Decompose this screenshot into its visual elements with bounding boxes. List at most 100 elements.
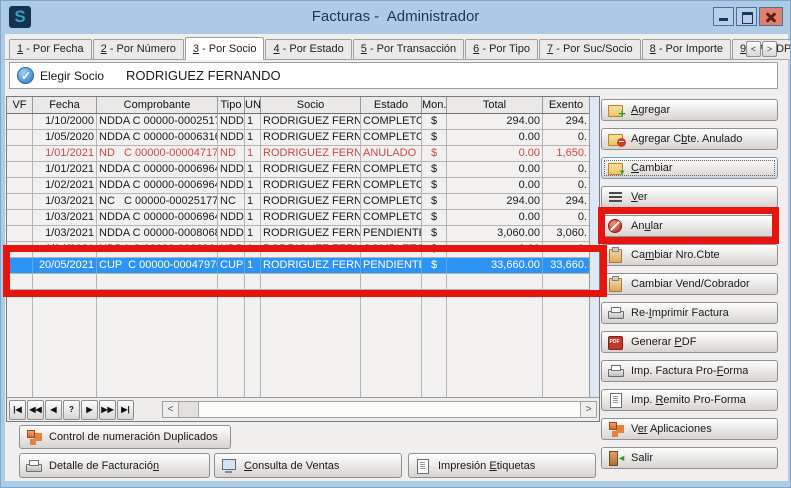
cell-vf [7,162,33,177]
cell-vf [7,146,33,161]
column-header-un[interactable]: UN [245,97,261,113]
table-row[interactable]: 1/01/2021NDDA C 00000-0006964NDD1RODRIGU… [7,162,589,178]
column-header-socio[interactable]: Socio [261,97,361,113]
cell-un: 1 [245,242,261,257]
cambiar-vend-cobrador-button[interactable]: Cambiar Vend/Cobrador [601,273,778,295]
tab-2-por-n-mero[interactable]: 2 - Por Número [93,39,184,59]
agregar-cbte-anulado-button[interactable]: Agregar Cbte. Anulado [601,128,778,150]
cell-total: 294.00 [447,194,543,209]
horizontal-scrollbar[interactable]: < > [162,401,597,418]
tab-6-por-tipo[interactable]: 6 - Por Tipo [465,39,538,59]
table-row[interactable]: 1/10/2000NDDA C 00000-0002517NDD1RODRIGU… [7,114,589,130]
button-label: Imp. Factura Pro-Forma [631,365,748,377]
record-navigator: |◀◀◀◀?▶▶▶▶| [9,400,135,420]
vertical-scrollbar-area[interactable] [590,97,599,398]
folder-down-icon [608,161,624,175]
empty-cell [33,274,97,290]
table-row[interactable]: 1/05/2020NDDA C 00000-0006316NDD1RODRIGU… [7,130,589,146]
tab-scroll-left-button[interactable]: < [746,41,761,57]
button-label: Ver Aplicaciones [631,423,712,435]
maximize-icon[interactable] [736,7,757,26]
ver-aplicaciones-button[interactable]: Ver Aplicaciones [601,418,778,440]
scroll-left-icon[interactable]: < [163,402,179,417]
fast-back-button[interactable]: ◀◀ [27,400,44,420]
cell-fecha: 1/01/2021 [33,146,97,161]
anular-button[interactable]: Anular [601,215,778,237]
cell-comprobante: NDDA C 00000-0008068 [97,226,218,241]
re-imprimir-factura-button[interactable]: Re-Imprimir Factura [601,302,778,324]
fast-forward-button[interactable]: ▶▶ [99,400,116,420]
column-header-exento[interactable]: Exento [543,97,590,113]
cell-fecha: 1/02/2021 [33,178,97,193]
tab-1-por-fecha[interactable]: 1 - Por Fecha [9,39,92,59]
empty-cell [218,274,245,290]
control-de-numeraci-n-duplicados-button[interactable]: Control de numeración Duplicados [19,425,231,449]
table-row[interactable]: 1/02/2021NDDA C 00000-0006964NDD1RODRIGU… [7,178,589,194]
generar-pdf-button[interactable]: Generar PDF [601,331,778,353]
elegir-socio-link[interactable]: Elegir Socio [40,69,104,83]
impresi-n-etiquetas-button[interactable]: Impresión Etiquetas [408,453,596,478]
cell-tipo: NDD [218,114,245,129]
button-label: Cambiar Nro.Cbte [631,249,720,261]
next-record-button[interactable]: ▶ [81,400,98,420]
cell-un: 1 [245,178,261,193]
cell-mon: $ [422,210,447,225]
last-record-button[interactable]: ▶| [117,400,134,420]
button-label: Cambiar [631,162,673,174]
tab-scroll-right-button[interactable]: > [762,41,777,57]
button-label: Consulta de Ventas [244,460,339,472]
prev-record-button[interactable]: ◀ [45,400,62,420]
titlebar: S Facturas - Administrador [1,1,790,34]
tab-4-por-estado[interactable]: 4 - Por Estado [265,39,351,59]
table-row[interactable]: 1/03/2021NDDA C 00000-0008068NDD1RODRIGU… [7,226,589,242]
salir-button[interactable]: Salir [601,447,778,469]
scroll-right-icon[interactable]: > [580,402,596,417]
column-header-fecha[interactable]: Fecha [33,97,97,113]
empty-cell [422,274,447,290]
cell-vf [7,258,33,273]
printer-icon [26,459,42,473]
selected-socio-value: RODRIGUEZ FERNANDO [126,68,281,83]
table-row[interactable]: 1/03/2021NDDA C 00000-0006964NDD1RODRIGU… [7,210,589,226]
column-header-vf[interactable]: VF [7,97,33,113]
detalle-de-facturaci-n-button[interactable]: Detalle de Facturación [19,453,210,478]
cell-socio: RODRIGUEZ FERNAN [261,258,361,273]
scrollbar-track[interactable] [199,402,580,417]
table-row[interactable]: 1/03/2021NC C 00000-00025177NC1RODRIGUEZ… [7,194,589,210]
first-record-button[interactable]: |◀ [9,400,26,420]
tab-3-por-socio[interactable]: 3 - Por Socio [185,37,265,60]
tab-8-por-importe[interactable]: 8 - Por Importe [642,39,731,59]
column-header-total[interactable]: Total [447,97,543,113]
table-row[interactable]: 1/04/2021NDDA C 00000-0006964NDD1RODRIGU… [7,242,589,258]
cell-total: 0.00 [447,162,543,177]
close-icon[interactable] [759,7,783,26]
help-button[interactable]: ? [63,400,80,420]
cell-vf [7,194,33,209]
column-header-comprobante[interactable]: Comprobante [97,97,218,113]
consulta-de-ventas-button[interactable]: Consulta de Ventas [214,453,402,478]
cambiar-nro-cbte-button[interactable]: Cambiar Nro.Cbte [601,244,778,266]
column-header-tipo[interactable]: Tipo [218,97,245,113]
minimize-icon[interactable] [713,7,734,26]
cell-socio: RODRIGUEZ FERNAN [261,114,361,129]
cell-total: 0.00 [447,210,543,225]
footer-button-2-area: Consulta de Ventas [214,453,402,478]
cell-vf [7,210,33,225]
table-row[interactable]: 1/01/2021ND C 00000-00004717ND1RODRIGUEZ… [7,146,589,162]
agregar-button[interactable]: Agregar [601,99,778,121]
column-header-estado[interactable]: Estado [361,97,422,113]
ver-button[interactable]: Ver [601,186,778,208]
column-header-mon[interactable]: Mon. [422,97,447,113]
imp-factura-pro-forma-button[interactable]: Imp. Factura Pro-Forma [601,360,778,382]
scrollbar-thumb[interactable] [179,402,199,417]
cell-exento: 3,060. [543,226,590,241]
cell-fecha: 20/05/2021 [33,258,97,273]
tab-7-por-suc-socio[interactable]: 7 - Por Suc/Socio [539,39,641,59]
cambiar-button[interactable]: Cambiar [601,157,778,179]
cell-exento: 294. [543,194,590,209]
doc-icon [608,393,624,407]
empty-cell [447,274,543,290]
table-row[interactable]: 20/05/2021CUP C 00000-00047970CUP1RODRIG… [7,258,589,274]
tab-5-por-transacci-n[interactable]: 5 - Por Transacción [353,39,464,59]
imp-remito-pro-forma-button[interactable]: Imp. Remito Pro-Forma [601,389,778,411]
